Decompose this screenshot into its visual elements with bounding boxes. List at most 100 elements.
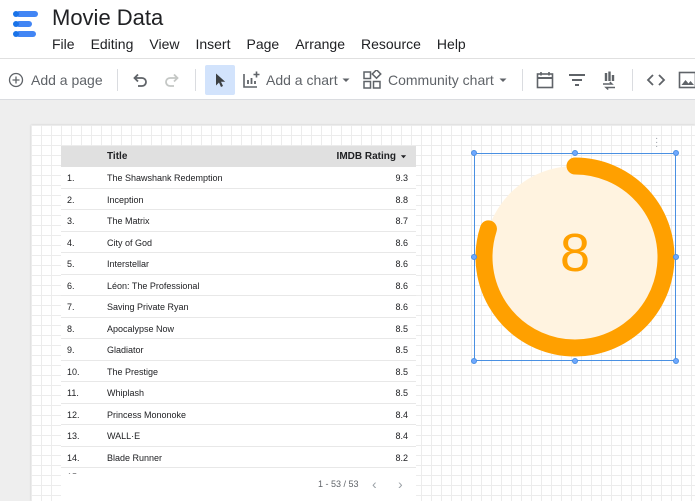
date-range-button[interactable] — [535, 65, 555, 95]
row-index: 6. — [67, 280, 75, 291]
table-header: Title IMDB Rating — [61, 146, 416, 167]
image-button[interactable] — [678, 65, 695, 95]
next-page-icon[interactable]: › — [398, 476, 403, 492]
resize-handle-bottom-left[interactable] — [471, 358, 477, 364]
redo-button[interactable] — [163, 65, 181, 95]
gauge-chart[interactable]: 8 — [471, 150, 679, 364]
table-row[interactable]: 6. Léon: The Professional 8.6 — [61, 275, 416, 296]
resize-handle-top-left[interactable] — [471, 150, 477, 156]
movie-title-cell: Gladiator — [107, 345, 144, 355]
filter-control-button[interactable] — [567, 65, 587, 95]
row-index: 5. — [67, 259, 75, 269]
movie-title-cell: City of God — [107, 237, 153, 248]
column-header-imdb-rating[interactable]: IMDB Rating — [337, 151, 407, 162]
table-row[interactable]: 8. Apocalypse Now 8.5 — [61, 318, 416, 339]
image-icon — [678, 71, 695, 89]
undo-icon — [133, 73, 147, 87]
pagination-range: 1 - 53 / 53 — [318, 479, 359, 489]
table-row[interactable]: 14. Blade Runner 8.2 — [61, 447, 416, 468]
movie-title-cell: Interstellar — [107, 259, 150, 269]
imdb-rating-cell: 8.5 — [395, 388, 408, 398]
menu-file[interactable]: File — [44, 34, 83, 54]
add-chart-button[interactable]: Add a chart — [241, 65, 351, 95]
imdb-rating-cell: 8.4 — [395, 409, 408, 420]
calendar-icon — [536, 72, 554, 89]
table-row[interactable]: 5. Interstellar 8.6 — [61, 253, 416, 275]
movie-title-cell: Apocalypse Now — [107, 323, 175, 334]
table-row[interactable]: 9. Gladiator 8.5 — [61, 339, 416, 361]
community-visualization-icon — [363, 70, 382, 89]
data-control-icon — [603, 71, 615, 90]
embed-url-button[interactable] — [645, 65, 667, 95]
add-chart-icon — [243, 71, 260, 88]
resize-handle-bottom-right[interactable] — [673, 358, 679, 364]
menu-editing[interactable]: Editing — [83, 34, 142, 54]
imdb-rating-cell: 9.3 — [395, 173, 408, 183]
app-header: Movie Data File Editing View Insert Page… — [0, 0, 695, 58]
imdb-rating-cell: 8.5 — [395, 345, 408, 355]
movie-title-cell: Inception — [107, 194, 144, 205]
toolbar-divider — [117, 69, 118, 91]
select-tool-button[interactable] — [205, 65, 235, 95]
menu-arrange[interactable]: Arrange — [287, 34, 353, 54]
menu-help[interactable]: Help — [429, 34, 474, 54]
toolbar-divider — [195, 69, 196, 91]
table-row[interactable]: 12. Princess Mononoke 8.4 — [61, 404, 416, 425]
table-row[interactable]: 11. Whiplash 8.5 — [61, 382, 416, 404]
community-chart-button[interactable]: Community chart — [362, 65, 508, 95]
movie-title-cell: The Prestige — [107, 366, 159, 377]
resize-handle-top-right[interactable] — [673, 150, 679, 156]
row-index: 8. — [67, 323, 75, 334]
movie-title-cell: Léon: The Professional — [107, 280, 200, 291]
add-page-label: Add a page — [31, 72, 103, 88]
more-options-icon[interactable]: · · · — [655, 134, 658, 152]
resize-handle-top[interactable] — [572, 150, 578, 156]
table-row[interactable]: 3. The Matrix 8.7 — [61, 210, 416, 232]
movie-title-cell: The Shawshank Redemption — [107, 173, 223, 183]
column-header-title[interactable]: Title — [107, 151, 127, 162]
data-control-button[interactable] — [599, 65, 619, 95]
row-index: 1. — [67, 173, 75, 183]
menu-resource[interactable]: Resource — [353, 34, 429, 54]
row-index: 7. — [67, 302, 75, 312]
table-row[interactable]: 7. Saving Private Ryan 8.6 — [61, 296, 416, 318]
row-index: 11. — [67, 388, 79, 398]
table-chart[interactable]: Title IMDB Rating 1. The Shawshank Redemp… — [61, 146, 416, 501]
resize-handle-right[interactable] — [673, 254, 679, 260]
movie-title-cell: Princess Mononoke — [107, 409, 187, 420]
imdb-rating-cell: 8.8 — [395, 194, 408, 205]
menu-insert[interactable]: Insert — [187, 34, 238, 54]
table-row[interactable]: 2. Inception 8.8 — [61, 189, 416, 210]
resize-handle-bottom[interactable] — [572, 358, 578, 364]
movie-title-cell: WALL·E — [107, 431, 141, 441]
data-studio-logo-icon[interactable] — [10, 8, 40, 40]
row-index: 3. — [67, 216, 75, 226]
toolbar-divider — [522, 69, 523, 91]
toolbar: Add a page Add a chart Community chart — [0, 58, 695, 100]
previous-page-icon[interactable]: ‹ — [372, 476, 377, 492]
cursor-icon — [216, 73, 226, 87]
report-title[interactable]: Movie Data — [52, 5, 163, 31]
menu-view[interactable]: View — [141, 34, 187, 54]
toolbar-divider — [632, 69, 633, 91]
sort-descending-icon — [400, 155, 407, 159]
add-page-button[interactable]: Add a page — [8, 65, 103, 95]
dropdown-arrow-icon — [342, 78, 350, 82]
row-index: 4. — [67, 237, 75, 248]
redo-icon — [165, 73, 179, 87]
row-index: 12. — [67, 409, 80, 420]
add-chart-label: Add a chart — [266, 72, 338, 88]
table-row[interactable]: 1. The Shawshank Redemption 9.3 — [61, 167, 416, 189]
table-row[interactable]: 13. WALL·E 8.4 — [61, 425, 416, 447]
row-index: 2. — [67, 194, 75, 205]
code-icon — [646, 74, 666, 86]
table-row[interactable]: 4. City of God 8.6 — [61, 232, 416, 253]
community-chart-label: Community chart — [388, 72, 494, 88]
table-row[interactable]: 10. The Prestige 8.5 — [61, 361, 416, 382]
imdb-rating-cell: 8.6 — [395, 302, 408, 312]
menu-page[interactable]: Page — [238, 34, 287, 54]
row-index: 9. — [67, 345, 75, 355]
undo-button[interactable] — [131, 65, 149, 95]
resize-handle-left[interactable] — [471, 254, 477, 260]
movie-title-cell: The Matrix — [107, 216, 150, 226]
